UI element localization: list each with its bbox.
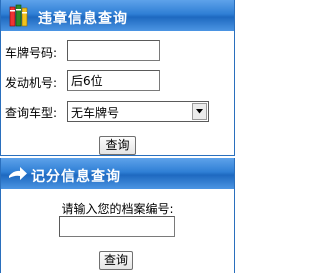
violation-query-title: 违章信息查询 (38, 11, 128, 27)
violation-query-header: 违章信息查询 (1, 0, 234, 31)
points-query-button[interactable]: 查询 (99, 251, 133, 270)
points-query-title: 记分信息查询 (31, 169, 121, 185)
plate-label: 车牌号码: (5, 46, 58, 60)
engine-label: 发动机号: (5, 76, 58, 90)
file-number-instruction: 请输入您的档案编号: (61, 202, 174, 216)
points-query-panel: 记分信息查询 请输入您的档案编号: 查询 (0, 158, 235, 273)
violation-query-panel: 违章信息查询 车牌号码: 发动机号: 后6位 查询车型: 无车牌号 查询 (0, 0, 235, 156)
vehicle-type-label: 查询车型: (5, 106, 58, 120)
arrow-right-icon (9, 167, 27, 180)
plate-number-input[interactable] (67, 40, 160, 61)
file-number-input[interactable] (59, 216, 175, 237)
violation-query-button[interactable]: 查询 (99, 136, 136, 155)
dropdown-arrow-icon[interactable] (192, 103, 207, 120)
engine-number-input[interactable]: 后6位 (67, 70, 160, 91)
points-query-header: 记分信息查询 (1, 158, 234, 189)
vehicle-type-select[interactable]: 无车牌号 (67, 101, 209, 122)
vehicle-type-selected: 无车牌号 (71, 106, 120, 120)
books-icon (9, 4, 28, 27)
